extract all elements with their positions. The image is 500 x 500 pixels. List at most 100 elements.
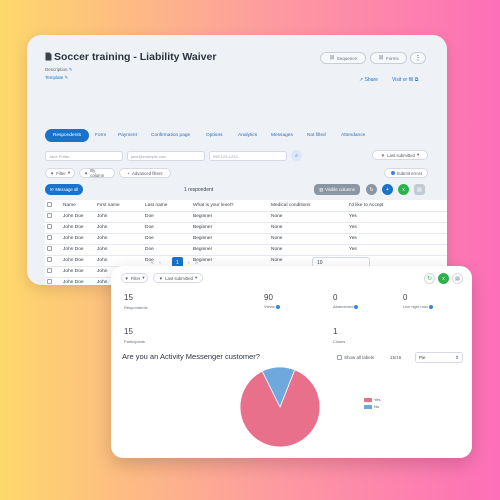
tab-form[interactable]: Form [95,133,106,138]
row-checkbox[interactable] [45,277,61,285]
search-icon: ⌕ [295,152,298,159]
tab-options[interactable]: Options [206,133,223,138]
submit-errors-button[interactable]: Submit errors [384,168,428,178]
cell-level: Beginner [191,222,269,234]
stat-participants-value: 15 [124,327,133,336]
email-search-input[interactable]: jane@example.com [127,151,205,161]
tab-messages[interactable]: Messages [271,133,293,138]
add-respondent-button[interactable]: + [382,184,393,195]
table-row[interactable]: John DoeJohnDoeBeginnerNoneYes [45,233,447,245]
visit-link[interactable]: Visit or fill ⧉ [392,77,418,83]
share-link[interactable]: ↗ Share [359,77,378,83]
template-link[interactable]: Template ✎ [45,75,68,81]
cell-level: Beginner [191,211,269,223]
row-checkbox[interactable] [45,211,61,223]
chart-type-select[interactable]: Pie ⇕ [415,352,463,363]
table-row[interactable]: John DoeJohnDoeBeginnerNoneYes [45,222,447,234]
cell-medical: None [269,233,347,245]
analytics-window: ▼ Filter ▾ ▼ Last submitted ▾ ↻ x ▤ 15 Respo… [111,266,472,458]
edit-icon[interactable]: ✎ [69,67,73,72]
info-icon [354,304,359,309]
stat-abandoned-value: 0 [333,293,338,302]
share-icon: ↗ [359,77,364,83]
advanced-filters-button[interactable]: + Advanced filters [119,168,171,178]
cell-level: Beginner [191,255,269,267]
row-checkbox[interactable] [45,266,61,278]
refresh-button[interactable]: ↻ [424,273,435,284]
stat-views-label: Views [264,304,280,309]
cell-accept: Yes [347,244,447,256]
analytics-sort-select[interactable]: ▼ Last submitted ▾ [153,273,203,283]
export-excel-button[interactable]: x [438,273,449,284]
legend-swatch [364,404,372,409]
stat-views-value: 90 [264,293,273,302]
info-icon [390,171,395,175]
tab-attendance[interactable]: Attendance [341,133,365,138]
column-header-last-name[interactable]: Last name [143,200,191,212]
stat-abandoned-label: Abandoned [333,304,359,309]
show-all-labels-toggle[interactable]: Show all labels [337,355,374,360]
name-search-input[interactable]: Jane Potter [45,151,123,161]
show-all-labels-checkbox[interactable] [337,355,342,360]
edit-icon[interactable]: ✎ [65,75,69,80]
message-all-button[interactable]: ✉ Message all [45,184,83,195]
tab-respondents[interactable]: Respondents [45,129,89,142]
stat-respondents-value: 15 [124,293,133,302]
table-row[interactable]: John DoeJohnDoeBeginnerNoneYes [45,255,447,267]
print-icon: ▤ [417,186,422,193]
legend-label: Yes [374,397,381,402]
table-row[interactable]: John DoeJohnDoeBeginnerNoneYes [45,211,447,223]
search-button[interactable]: ⌕ [291,150,302,161]
row-checkbox[interactable] [45,244,61,256]
table-row[interactable]: John DoeJohnDoeBeginnerNoneYes [45,244,447,256]
filter-icon: ▼ [50,170,55,176]
column-header-accept[interactable]: I'd like to Accept [347,200,447,212]
column-header-first-name[interactable]: First name [95,200,143,212]
document-icon [45,52,52,61]
column-header-name[interactable]: Name [61,200,95,212]
refresh-button[interactable]: ↻ [366,184,377,195]
legend-swatch [364,397,372,402]
by-column-button[interactable]: ▼ By column [79,168,115,178]
cell-name: John Doe [61,211,95,223]
analytics-filter-button[interactable]: ▼ Filter ▾ [121,273,148,283]
print-button[interactable]: ▤ [452,273,463,284]
tab-analytics[interactable]: Analytics [238,133,257,138]
cell-name: John Doe [61,233,95,245]
tab-confirmation-page[interactable]: Confirmation page [151,133,190,138]
cell-first-name: John [95,222,143,234]
print-button[interactable]: ▤ [414,184,425,195]
tab-payment[interactable]: Payment [118,133,137,138]
visible-columns-button[interactable]: ▥ Visible columns [314,184,360,195]
column-header-medical[interactable]: Medical conditions [269,200,347,212]
export-excel-button[interactable]: x [398,184,409,195]
select-all-checkbox[interactable] [45,200,61,212]
sequence-button[interactable]: ⛓ Sequence [320,52,366,64]
print-icon: ▤ [455,275,460,282]
chevron-down-icon: ▾ [142,275,145,280]
row-checkbox[interactable] [45,233,61,245]
user-plus-icon: + [386,186,389,193]
cell-first-name: John [95,244,143,256]
cell-accept: Yes [347,233,447,245]
filter-button[interactable]: ▼ Filter ▾ [45,168,75,178]
forms-button[interactable]: ⛓ Forms [370,52,407,64]
legend-item-yes: Yes [364,397,381,402]
description-label[interactable]: Description ✎ [45,67,73,73]
refresh-icon: ↻ [369,186,374,193]
more-button[interactable]: ⋮ [410,52,426,64]
cell-accept: Yes [347,211,447,223]
phone-search-input[interactable]: 555 123-1234 [209,151,287,161]
sort-select[interactable]: ▼ Last submitted ▾ [372,150,428,160]
row-checkbox[interactable] [45,255,61,267]
cell-medical: None [269,211,347,223]
refresh-icon: ↻ [426,276,433,282]
cell-first-name: John [95,255,143,267]
filter-icon: ▼ [124,275,129,281]
tab-not-filled[interactable]: Not filled [307,133,326,138]
filter-icon: ▼ [380,152,386,158]
response-fraction: 15/15 [390,355,402,360]
cell-name: John Doe [61,244,95,256]
row-checkbox[interactable] [45,222,61,234]
column-header-level[interactable]: What is your level? [191,200,269,212]
